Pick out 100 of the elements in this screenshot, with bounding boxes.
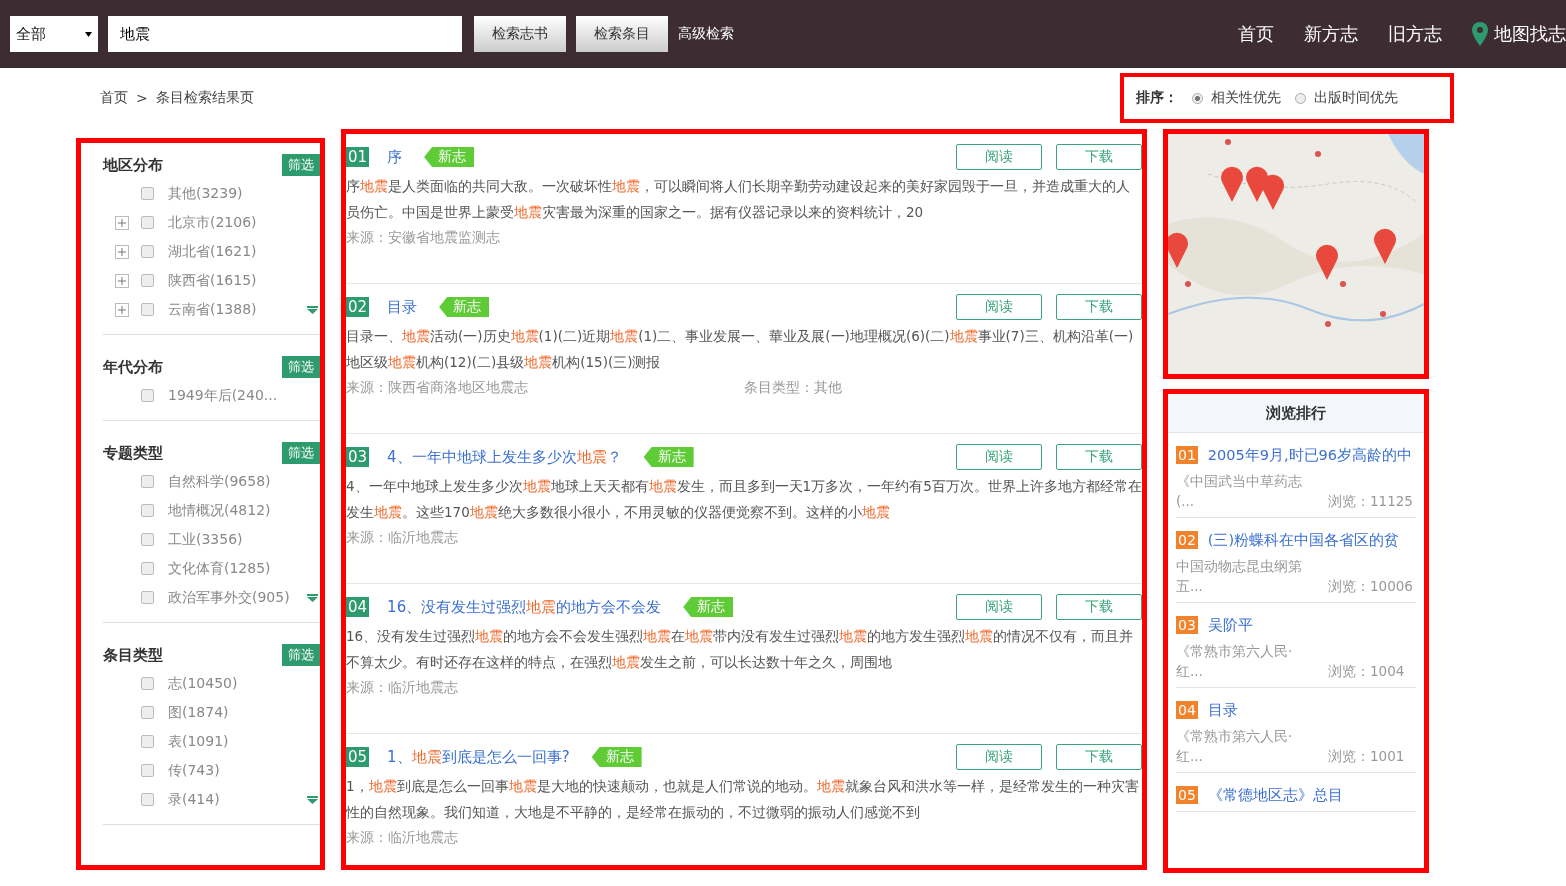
nav-link[interactable]: 新方志 (1304, 22, 1358, 46)
result-title[interactable]: 序 (387, 147, 403, 167)
ranking-title: 浏览排行 (1266, 403, 1326, 423)
scope-dropdown[interactable]: 全部 (10, 16, 98, 52)
sort-option[interactable]: 相关性优先 (1192, 89, 1281, 107)
filter-option[interactable]: 陕西省(1615) (168, 271, 257, 290)
rank-number: 01 (1176, 446, 1198, 464)
filter-option[interactable]: 地情概况(4812) (168, 501, 271, 520)
filter-button[interactable]: 筛选 (282, 644, 320, 666)
radio-button[interactable] (1295, 92, 1306, 104)
filter-button[interactable]: 筛选 (282, 356, 320, 378)
filter-option[interactable]: 自然科学(9658) (168, 472, 271, 491)
expand-icon[interactable] (115, 215, 129, 230)
checkbox[interactable] (141, 389, 154, 402)
filter-option[interactable]: 录(414) (168, 790, 220, 809)
result-title[interactable]: 1、地震到底是怎么一回事? (387, 747, 570, 767)
view-count: 浏览：1004 (1328, 662, 1406, 681)
expand-icon[interactable] (115, 302, 129, 317)
checkbox[interactable] (141, 303, 154, 316)
rank-number: 01 (346, 147, 370, 167)
checkbox[interactable] (141, 591, 154, 604)
ranking-link[interactable]: 《常德地区志》总目 (1207, 787, 1343, 803)
checkbox[interactable] (141, 533, 154, 546)
download-button[interactable]: 下载 (1056, 594, 1142, 620)
checkbox[interactable] (141, 764, 154, 777)
filter-option[interactable]: 1949年后(240... (168, 386, 278, 405)
download-button[interactable]: 下载 (1056, 744, 1142, 770)
result-source: 来源：临沂地震志 (346, 678, 459, 697)
more-icon[interactable] (307, 305, 318, 314)
filter-option[interactable]: 工业(3356) (168, 530, 243, 549)
read-button[interactable]: 阅读 (956, 294, 1042, 320)
filter-option[interactable]: 表(1091) (168, 732, 229, 751)
checkbox[interactable] (141, 706, 154, 719)
more-icon[interactable] (307, 593, 318, 602)
ranking-source: 《常熟市第六人民·红... (1176, 642, 1294, 681)
filter-button[interactable]: 筛选 (282, 442, 320, 464)
read-button[interactable]: 阅读 (956, 594, 1042, 620)
filter-option[interactable]: 其他(3239) (168, 184, 243, 203)
checkbox[interactable] (141, 216, 154, 229)
checkbox[interactable] (141, 187, 154, 200)
breadcrumb-link[interactable]: 首页 (100, 89, 128, 107)
rank-number: 03 (346, 447, 370, 467)
result-title[interactable]: 目录 (387, 297, 418, 317)
radio-button[interactable] (1192, 92, 1203, 104)
result-snippet: 16、没有发生过强烈地震的地方会不会发生强烈地震在地震带内没有发生过强烈地震的地方发生强烈地震的情况不仅有，而且并不算太少。有时还存在这样的特点，在强烈地震发生之前，可以长达数十年之久，周围地 (346, 627, 1135, 672)
result-title[interactable]: 4、一年中地球上发生多少次地震？ (387, 447, 622, 467)
search-field[interactable]: 地震 (108, 16, 462, 52)
filter-option[interactable]: 图(1874) (168, 703, 229, 722)
ranking-link[interactable]: 目录 (1207, 702, 1238, 718)
rank-number: 04 (346, 597, 370, 617)
checkbox[interactable] (141, 475, 154, 488)
checkbox[interactable] (141, 274, 154, 287)
ranking-source: 《中国武当中草药志(... (1176, 472, 1303, 511)
read-button[interactable]: 阅读 (956, 744, 1042, 770)
filter-title: 地区分布 (103, 155, 163, 175)
rank-number: 04 (1176, 701, 1198, 719)
result-source: 来源：临沂地震志 (346, 828, 459, 847)
filter-button[interactable]: 筛选 (282, 154, 320, 176)
checkbox[interactable] (141, 735, 154, 748)
filter-option[interactable]: 志(10450) (168, 674, 238, 693)
sort-option[interactable]: 出版时间优先 (1295, 89, 1398, 107)
result-snippet: 目录一、地震活动(一)历史地震(1)(二)近期地震(1)二、事业发展一、華业及展(一)地理概况(6)(二)地震事业(7)三、机构沿革(一)地区级地震机构(12)(二)县级地震机构(15)(三)测报 (346, 327, 1135, 372)
rank-number: 02 (346, 297, 370, 317)
filter-option[interactable]: 云南省(1388) (168, 300, 257, 319)
filter-option[interactable]: 北京市(2106) (168, 213, 257, 232)
checkbox[interactable] (141, 677, 154, 690)
more-icon[interactable] (307, 795, 318, 804)
view-count: 浏览：10006 (1328, 577, 1414, 596)
filter-option[interactable]: 文化体育(1285) (168, 559, 271, 578)
result-title[interactable]: 16、没有发生过强烈地震的地方会不会发 (387, 597, 662, 617)
search-button[interactable]: 检索志书 (474, 16, 566, 52)
read-button[interactable]: 阅读 (956, 144, 1042, 170)
checkbox[interactable] (141, 562, 154, 575)
advanced-search-link[interactable]: 高级检索 (678, 25, 734, 43)
search-button[interactable]: 检索条目 (576, 16, 668, 52)
caret-icon (85, 31, 92, 37)
result-source: 来源：安徽省地震监测志 (346, 228, 501, 247)
nav-link[interactable]: 地图找志 (1472, 22, 1566, 46)
read-button[interactable]: 阅读 (956, 444, 1042, 470)
tag: 新志 (643, 447, 694, 467)
checkbox[interactable] (141, 245, 154, 258)
expand-icon[interactable] (115, 244, 129, 259)
expand-icon[interactable] (115, 273, 129, 288)
filter-option[interactable]: 政治军事外交(905) (168, 588, 290, 607)
checkbox[interactable] (141, 793, 154, 806)
filter-option[interactable]: 湖北省(1621) (168, 242, 257, 261)
download-button[interactable]: 下载 (1056, 144, 1142, 170)
rank-number: 05 (1176, 786, 1198, 804)
ranking-link[interactable]: 吴阶平 (1207, 617, 1253, 633)
ranking-link[interactable]: (三)粉蝶科在中国各省区的贫 (1207, 532, 1400, 548)
ranking-link[interactable]: 2005年9月,时已96岁高龄的中 (1207, 447, 1412, 463)
nav-link[interactable]: 旧方志 (1388, 22, 1442, 46)
filter-option[interactable]: 传(743) (168, 761, 220, 780)
breadcrumb-current: 条目检索结果页 (155, 89, 254, 107)
download-button[interactable]: 下载 (1056, 444, 1142, 470)
nav-link[interactable]: 首页 (1238, 22, 1274, 46)
download-button[interactable]: 下载 (1056, 294, 1142, 320)
ranking-source: 《常熟市第六人民·红... (1176, 727, 1294, 766)
result-source: 来源：陕西省商洛地区地震志 (346, 378, 529, 397)
checkbox[interactable] (141, 504, 154, 517)
